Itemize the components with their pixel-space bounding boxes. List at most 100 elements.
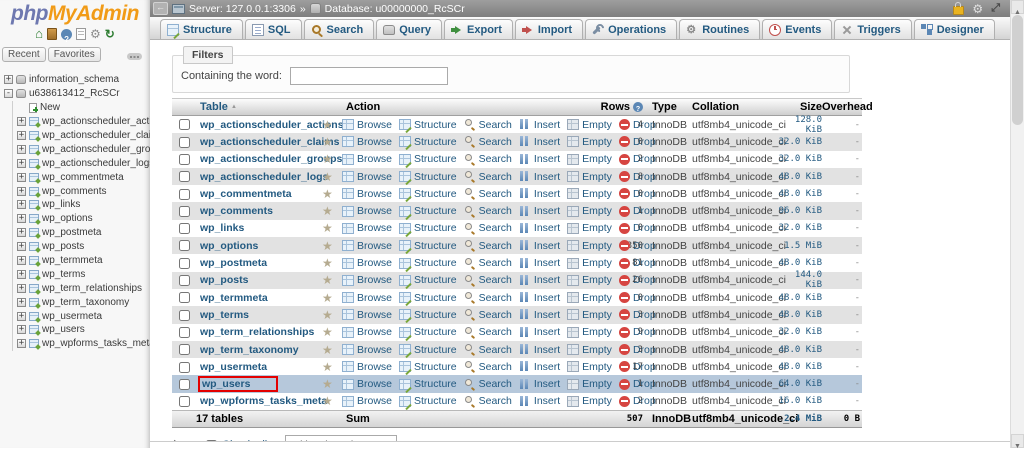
- search-link[interactable]: Search: [464, 119, 512, 131]
- search-link[interactable]: Search: [464, 171, 512, 183]
- scrollbar-thumb[interactable]: [1012, 15, 1023, 125]
- favorite-star-icon[interactable]: [322, 379, 333, 391]
- table-name-link[interactable]: wp_options: [200, 240, 258, 252]
- browse-link[interactable]: Browse: [342, 119, 392, 131]
- expand-icon[interactable]: +: [17, 284, 26, 293]
- tree-item-wp_term_relationships[interactable]: + wp_term_relationships: [17, 281, 150, 295]
- tab-query[interactable]: Query: [376, 19, 442, 39]
- expand-icon[interactable]: +: [17, 339, 26, 348]
- tree-item-wp_actionscheduler_logs[interactable]: +wp_actionscheduler_logs: [17, 156, 150, 170]
- settings-icon[interactable]: [90, 25, 101, 43]
- breadcrumb-database[interactable]: Database: u00000000_RcSCr: [325, 3, 465, 15]
- search-link[interactable]: Search: [464, 136, 512, 148]
- favorite-star-icon[interactable]: [322, 275, 333, 287]
- insert-link[interactable]: Insert: [519, 136, 560, 148]
- search-link[interactable]: Search: [464, 326, 512, 338]
- navigation-settings-icon[interactable]: [127, 53, 142, 60]
- table-name-link[interactable]: wp_links: [200, 222, 244, 234]
- panel-tab-favorites[interactable]: Favorites: [48, 47, 101, 62]
- row-checkbox[interactable]: [179, 362, 190, 373]
- tree-item-wp_term_taxonomy[interactable]: +wp_term_taxonomy: [17, 295, 150, 309]
- tree-item-information_schema[interactable]: +information_schema: [4, 73, 150, 87]
- insert-link[interactable]: Insert: [519, 395, 560, 407]
- insert-link[interactable]: Insert: [519, 240, 560, 252]
- tree-item-wp_actionscheduler_groups[interactable]: +wp_actionscheduler_groups: [17, 142, 150, 156]
- insert-link[interactable]: Insert: [519, 309, 560, 321]
- favorite-star-icon[interactable]: [322, 206, 333, 218]
- row-checkbox[interactable]: [179, 396, 190, 407]
- tree-item-wp_posts[interactable]: + wp_posts: [17, 240, 150, 254]
- favorite-star-icon[interactable]: [322, 154, 333, 166]
- tab-structure[interactable]: Structure: [160, 19, 243, 39]
- insert-link[interactable]: Insert: [519, 119, 560, 131]
- row-checkbox[interactable]: [179, 258, 190, 269]
- browse-link[interactable]: Browse: [342, 274, 392, 286]
- tab-events[interactable]: Events: [762, 19, 832, 39]
- expand-icon[interactable]: +: [17, 214, 26, 223]
- row-checkbox[interactable]: [179, 171, 190, 182]
- phpmyadmin-logo[interactable]: phpMyAdmin: [0, 2, 150, 26]
- filter-input[interactable]: [290, 67, 448, 85]
- tree-label[interactable]: wp_links: [42, 199, 80, 210]
- row-checkbox[interactable]: [179, 154, 190, 165]
- favorite-star-icon[interactable]: [322, 241, 333, 253]
- help-icon[interactable]: [633, 102, 643, 112]
- table-name-link[interactable]: wp_posts: [200, 274, 248, 286]
- tree-item-wp_actionscheduler_claims[interactable]: +wp_actionscheduler_claims: [17, 129, 150, 143]
- favorite-star-icon[interactable]: [322, 120, 333, 132]
- table-name-link[interactable]: wp_term_relationships: [200, 326, 314, 338]
- collapse-navigation-icon[interactable]: [153, 2, 168, 15]
- tree-item-wp_comments[interactable]: +wp_comments: [17, 184, 150, 198]
- tree-item-wp_wpforms_tasks_meta[interactable]: +wp_wpforms_tasks_meta: [17, 337, 150, 351]
- docs-icon[interactable]: [76, 28, 86, 40]
- favorite-star-icon[interactable]: [322, 137, 333, 149]
- search-link[interactable]: Search: [464, 188, 512, 200]
- structure-link[interactable]: Structure: [399, 171, 457, 183]
- scroll-down-icon[interactable]: [1011, 434, 1024, 448]
- favorite-star-icon[interactable]: [322, 362, 333, 374]
- tree-label[interactable]: wp_posts: [42, 241, 84, 252]
- row-checkbox[interactable]: [179, 327, 190, 338]
- tab-search[interactable]: Search: [304, 19, 375, 39]
- structure-link[interactable]: Structure: [399, 395, 457, 407]
- expand-icon[interactable]: +: [17, 200, 26, 209]
- vertical-scrollbar[interactable]: [1010, 0, 1024, 448]
- scroll-up-icon[interactable]: [1011, 0, 1024, 14]
- tree-item-wp_commentmeta[interactable]: +wp_commentmeta: [17, 170, 150, 184]
- browse-link[interactable]: Browse: [342, 292, 392, 304]
- browse-link[interactable]: Browse: [342, 309, 392, 321]
- expand-icon[interactable]: +: [17, 242, 26, 251]
- insert-link[interactable]: Insert: [519, 222, 560, 234]
- tree-label[interactable]: wp_usermeta: [42, 311, 102, 322]
- row-checkbox[interactable]: [179, 344, 190, 355]
- tree-item-wp_actionscheduler_actions[interactable]: +wp_actionscheduler_actions: [17, 115, 150, 129]
- browse-link[interactable]: Browse: [342, 188, 392, 200]
- favorite-star-icon[interactable]: [322, 172, 333, 184]
- insert-link[interactable]: Insert: [519, 378, 560, 390]
- row-checkbox[interactable]: [179, 223, 190, 234]
- expand-icon[interactable]: +: [17, 117, 26, 126]
- table-name-link[interactable]: wp_postmeta: [200, 257, 267, 269]
- tree-label[interactable]: wp_postmeta: [42, 227, 101, 238]
- expand-icon[interactable]: [991, 2, 1000, 15]
- favorite-star-icon[interactable]: [322, 189, 333, 201]
- home-icon[interactable]: [35, 25, 43, 43]
- table-name-link[interactable]: wp_comments: [200, 205, 273, 217]
- tree-label[interactable]: wp_commentmeta: [42, 172, 124, 183]
- row-checkbox[interactable]: [179, 119, 190, 130]
- favorite-star-icon[interactable]: [322, 223, 333, 235]
- browse-link[interactable]: Browse: [342, 240, 392, 252]
- browse-link[interactable]: Browse: [342, 378, 392, 390]
- table-name-link[interactable]: wp_actionscheduler_logs: [200, 171, 328, 183]
- expand-icon[interactable]: +: [17, 187, 26, 196]
- insert-link[interactable]: Insert: [519, 326, 560, 338]
- tab-operations[interactable]: Operations: [585, 19, 677, 39]
- refresh-icon[interactable]: [105, 25, 115, 43]
- lock-icon[interactable]: [953, 6, 964, 15]
- browse-link[interactable]: Browse: [342, 257, 392, 269]
- search-link[interactable]: Search: [464, 292, 512, 304]
- favorite-star-icon[interactable]: [322, 396, 333, 408]
- tree-label[interactable]: wp_term_relationships: [42, 283, 142, 294]
- search-link[interactable]: Search: [464, 344, 512, 356]
- row-checkbox[interactable]: [179, 189, 190, 200]
